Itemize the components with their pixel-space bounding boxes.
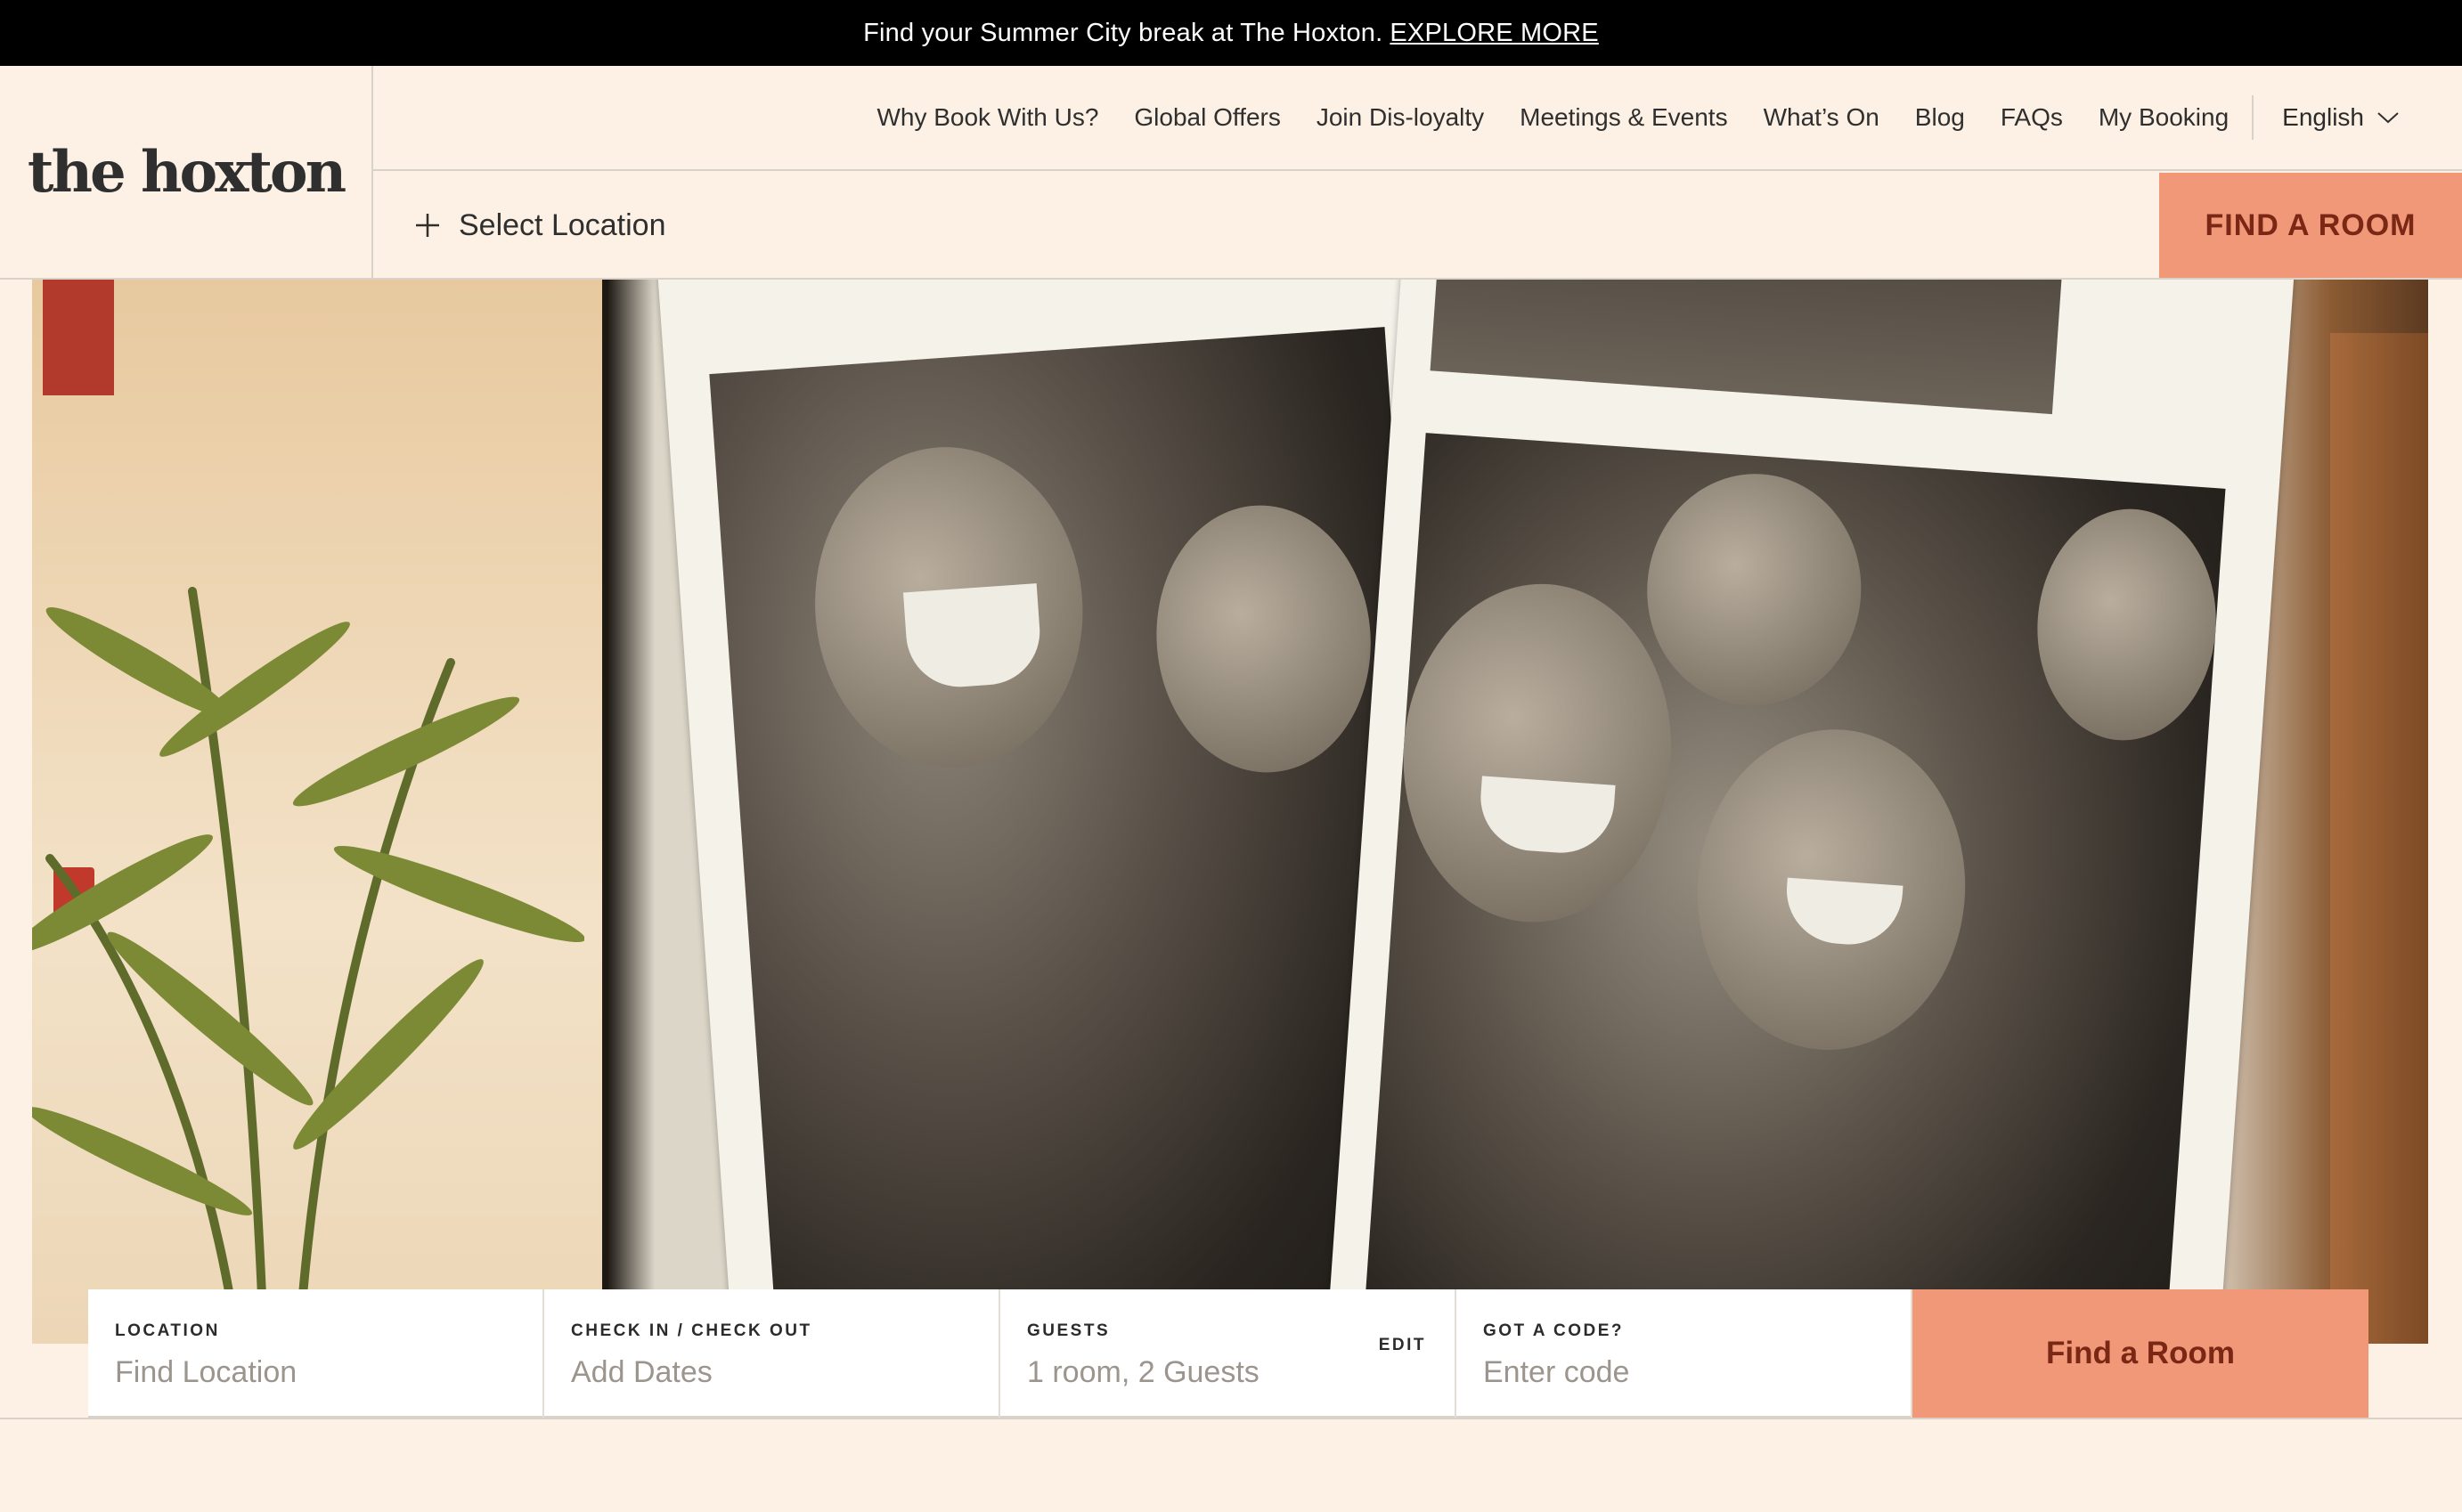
- select-location-label: Select Location: [459, 207, 666, 242]
- dates-field-label: CHECK IN / CHECK OUT: [571, 1321, 812, 1340]
- photo-strip-right: [1317, 280, 2297, 1344]
- guests-field-label: GUESTS: [1027, 1321, 1111, 1340]
- guests-edit-button[interactable]: EDIT: [1379, 1336, 1426, 1355]
- guests-field[interactable]: GUESTS 1 room, 2 Guests EDIT: [1000, 1289, 1456, 1418]
- find-a-room-header-button[interactable]: FIND A ROOM: [2159, 173, 2462, 278]
- select-location-button[interactable]: Select Location: [414, 173, 666, 278]
- photo-face: [1639, 467, 1870, 713]
- nav-item-whats-on[interactable]: What’s On: [1764, 103, 1879, 132]
- site-header: the hoxton Why Book With Us? Global Offe…: [0, 66, 2462, 280]
- plus-icon: [416, 214, 439, 237]
- location-field[interactable]: LOCATION Find Location: [88, 1289, 544, 1418]
- photo-face: [2029, 502, 2224, 747]
- language-selector[interactable]: English: [2282, 103, 2400, 132]
- promo-code-label: GOT A CODE?: [1483, 1321, 1625, 1340]
- photo-strip-right-image: [1356, 433, 2226, 1344]
- logo[interactable]: the hoxton: [28, 139, 346, 206]
- photo-face: [1147, 498, 1380, 780]
- hero-image: [32, 280, 2428, 1344]
- nav-item-dis-loyalty[interactable]: Join Dis-loyalty: [1317, 103, 1484, 132]
- hero-door: [2330, 333, 2428, 1344]
- main-nav: Why Book With Us? Global Offers Join Dis…: [373, 66, 2462, 171]
- hero-wall-sign: [43, 280, 114, 395]
- location-field-label: LOCATION: [115, 1321, 220, 1340]
- explore-more-link[interactable]: EXPLORE MORE: [1390, 19, 1598, 48]
- page-divider: [0, 1418, 2462, 1419]
- promo-code-input[interactable]: Enter code: [1483, 1355, 1884, 1390]
- nav-item-why-book[interactable]: Why Book With Us?: [876, 103, 1098, 132]
- nav-divider: [2252, 95, 2254, 140]
- nav-item-global-offers[interactable]: Global Offers: [1134, 103, 1280, 132]
- location-input[interactable]: Find Location: [115, 1355, 516, 1390]
- announcement-text: Find your Summer City break at The Hoxto…: [863, 18, 1383, 47]
- nav-item-faqs[interactable]: FAQs: [2001, 103, 2063, 132]
- photo-strip-right-top-image: [1430, 280, 2067, 415]
- dates-field[interactable]: CHECK IN / CHECK OUT Add Dates: [544, 1289, 1000, 1418]
- dates-input[interactable]: Add Dates: [571, 1355, 972, 1390]
- photo-face: [1392, 574, 1683, 931]
- announcement-bar: Find your Summer City break at The Hoxto…: [0, 0, 2462, 66]
- nav-item-blog[interactable]: Blog: [1915, 103, 1965, 132]
- booking-bar: LOCATION Find Location CHECK IN / CHECK …: [88, 1289, 2368, 1418]
- logo-cell: the hoxton: [0, 66, 373, 278]
- location-row: Select Location FIND A ROOM: [373, 173, 2462, 278]
- nav-item-meetings-events[interactable]: Meetings & Events: [1520, 103, 1727, 132]
- nav-item-my-booking[interactable]: My Booking: [2099, 103, 2229, 132]
- plant-illustration: [32, 587, 584, 1339]
- chevron-down-icon: [2377, 112, 2399, 124]
- guests-value[interactable]: 1 room, 2 Guests: [1027, 1355, 1428, 1390]
- find-a-room-button[interactable]: Find a Room: [1912, 1289, 2368, 1418]
- language-label: English: [2282, 103, 2364, 131]
- promo-code-field[interactable]: GOT A CODE? Enter code: [1456, 1289, 1912, 1418]
